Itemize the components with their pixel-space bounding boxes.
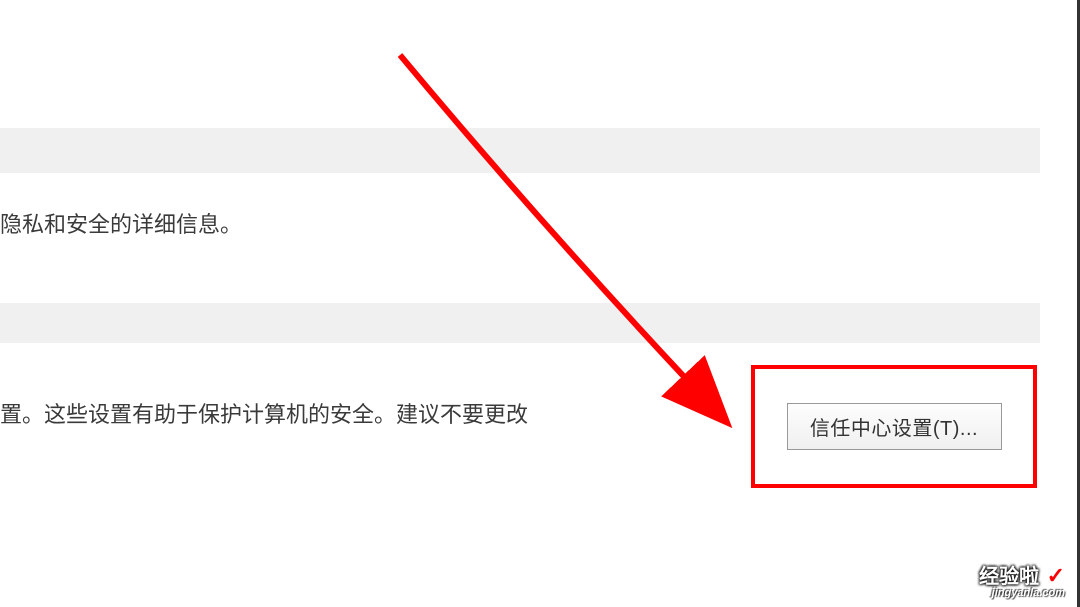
watermark-url: jingyanla.com: [979, 588, 1065, 599]
watermark-check-icon: ✓: [1047, 563, 1065, 588]
settings-protection-text: 置。这些设置有助于保护计算机的安全。建议不要更改: [0, 400, 528, 431]
watermark-main-text: 经验啦: [979, 566, 1039, 588]
privacy-security-text: 隐私和安全的详细信息。: [0, 210, 242, 241]
watermark: 经验啦 ✓ jingyanla.com: [979, 565, 1065, 599]
annotation-arrow: [370, 45, 770, 445]
highlight-box: 信任中心设置(T)...: [751, 365, 1037, 488]
trust-center-settings-button[interactable]: 信任中心设置(T)...: [787, 403, 1002, 450]
section-header-bar-1: [0, 128, 1040, 173]
section-header-bar-2: [0, 303, 1040, 343]
settings-panel: 隐私和安全的详细信息。 置。这些设置有助于保护计算机的安全。建议不要更改 信任中…: [0, 0, 1080, 607]
